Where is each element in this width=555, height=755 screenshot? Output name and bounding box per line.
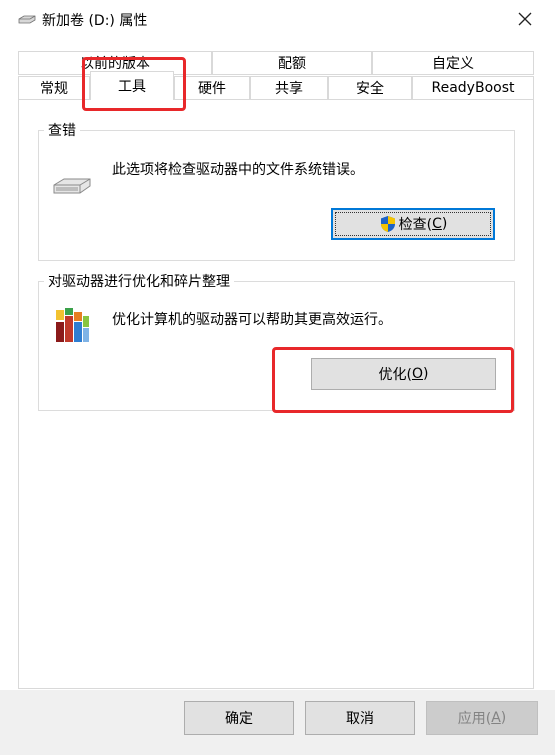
tab-label: 安全	[356, 81, 384, 97]
check-button-label-close: )	[441, 216, 448, 232]
optimize-button[interactable]: 优化(O)	[311, 358, 496, 390]
shield-icon	[380, 216, 395, 232]
drive-icon	[18, 15, 36, 24]
tab-label: 配额	[278, 56, 306, 72]
tab-sharing[interactable]: 共享	[250, 76, 328, 100]
tab-tools[interactable]: 工具	[90, 71, 174, 100]
tab-label: ReadyBoost	[431, 80, 515, 96]
error-check-description: 此选项将检查驱动器中的文件系统错误。	[112, 162, 364, 178]
hard-drive-icon	[53, 178, 91, 194]
check-button[interactable]: 检查(C)	[331, 208, 495, 240]
tab-label: 以前的版本	[80, 56, 150, 72]
tab-label: 硬件	[198, 81, 226, 97]
apply-button-label: 应用(	[457, 711, 492, 727]
tab-customize[interactable]: 自定义	[372, 51, 534, 75]
ok-button[interactable]: 确定	[184, 701, 294, 735]
tab-label: 共享	[275, 81, 303, 97]
ok-button-label: 确定	[225, 711, 253, 727]
error-check-group	[38, 130, 515, 261]
tab-readyboost[interactable]: ReadyBoost	[412, 76, 534, 100]
check-button-label: 检查(	[398, 217, 433, 233]
optimize-button-accesskey: O	[411, 366, 424, 382]
close-button[interactable]	[505, 0, 545, 38]
optimize-button-label-close: )	[423, 366, 429, 382]
tab-label: 常规	[40, 81, 68, 97]
tab-hardware[interactable]: 硬件	[174, 76, 250, 100]
error-check-group-label: 查错	[44, 120, 80, 140]
tab-security[interactable]: 安全	[328, 76, 412, 100]
close-icon	[518, 12, 532, 26]
tab-general[interactable]: 常规	[18, 76, 90, 100]
title-bar: 新加卷 (D:) 属性	[0, 0, 555, 38]
apply-button-accesskey: A	[491, 710, 501, 726]
apply-button[interactable]: 应用(A)	[426, 701, 538, 735]
cancel-button[interactable]: 取消	[305, 701, 415, 735]
check-button-accesskey: C	[432, 216, 442, 232]
window-title: 新加卷 (D:) 属性	[42, 13, 148, 29]
cancel-button-label: 取消	[346, 711, 374, 727]
optimize-group-label: 对驱动器进行优化和碎片整理	[44, 271, 234, 291]
tab-label: 工具	[118, 79, 146, 95]
apply-button-label-close: )	[500, 710, 507, 726]
tab-quota[interactable]: 配额	[212, 51, 372, 75]
optimize-button-label: 优化(	[378, 367, 412, 383]
optimize-group	[38, 281, 515, 411]
optimize-description: 优化计算机的驱动器可以帮助其更高效运行。	[112, 312, 392, 328]
tab-label: 自定义	[432, 56, 474, 72]
defrag-icon	[56, 308, 89, 342]
